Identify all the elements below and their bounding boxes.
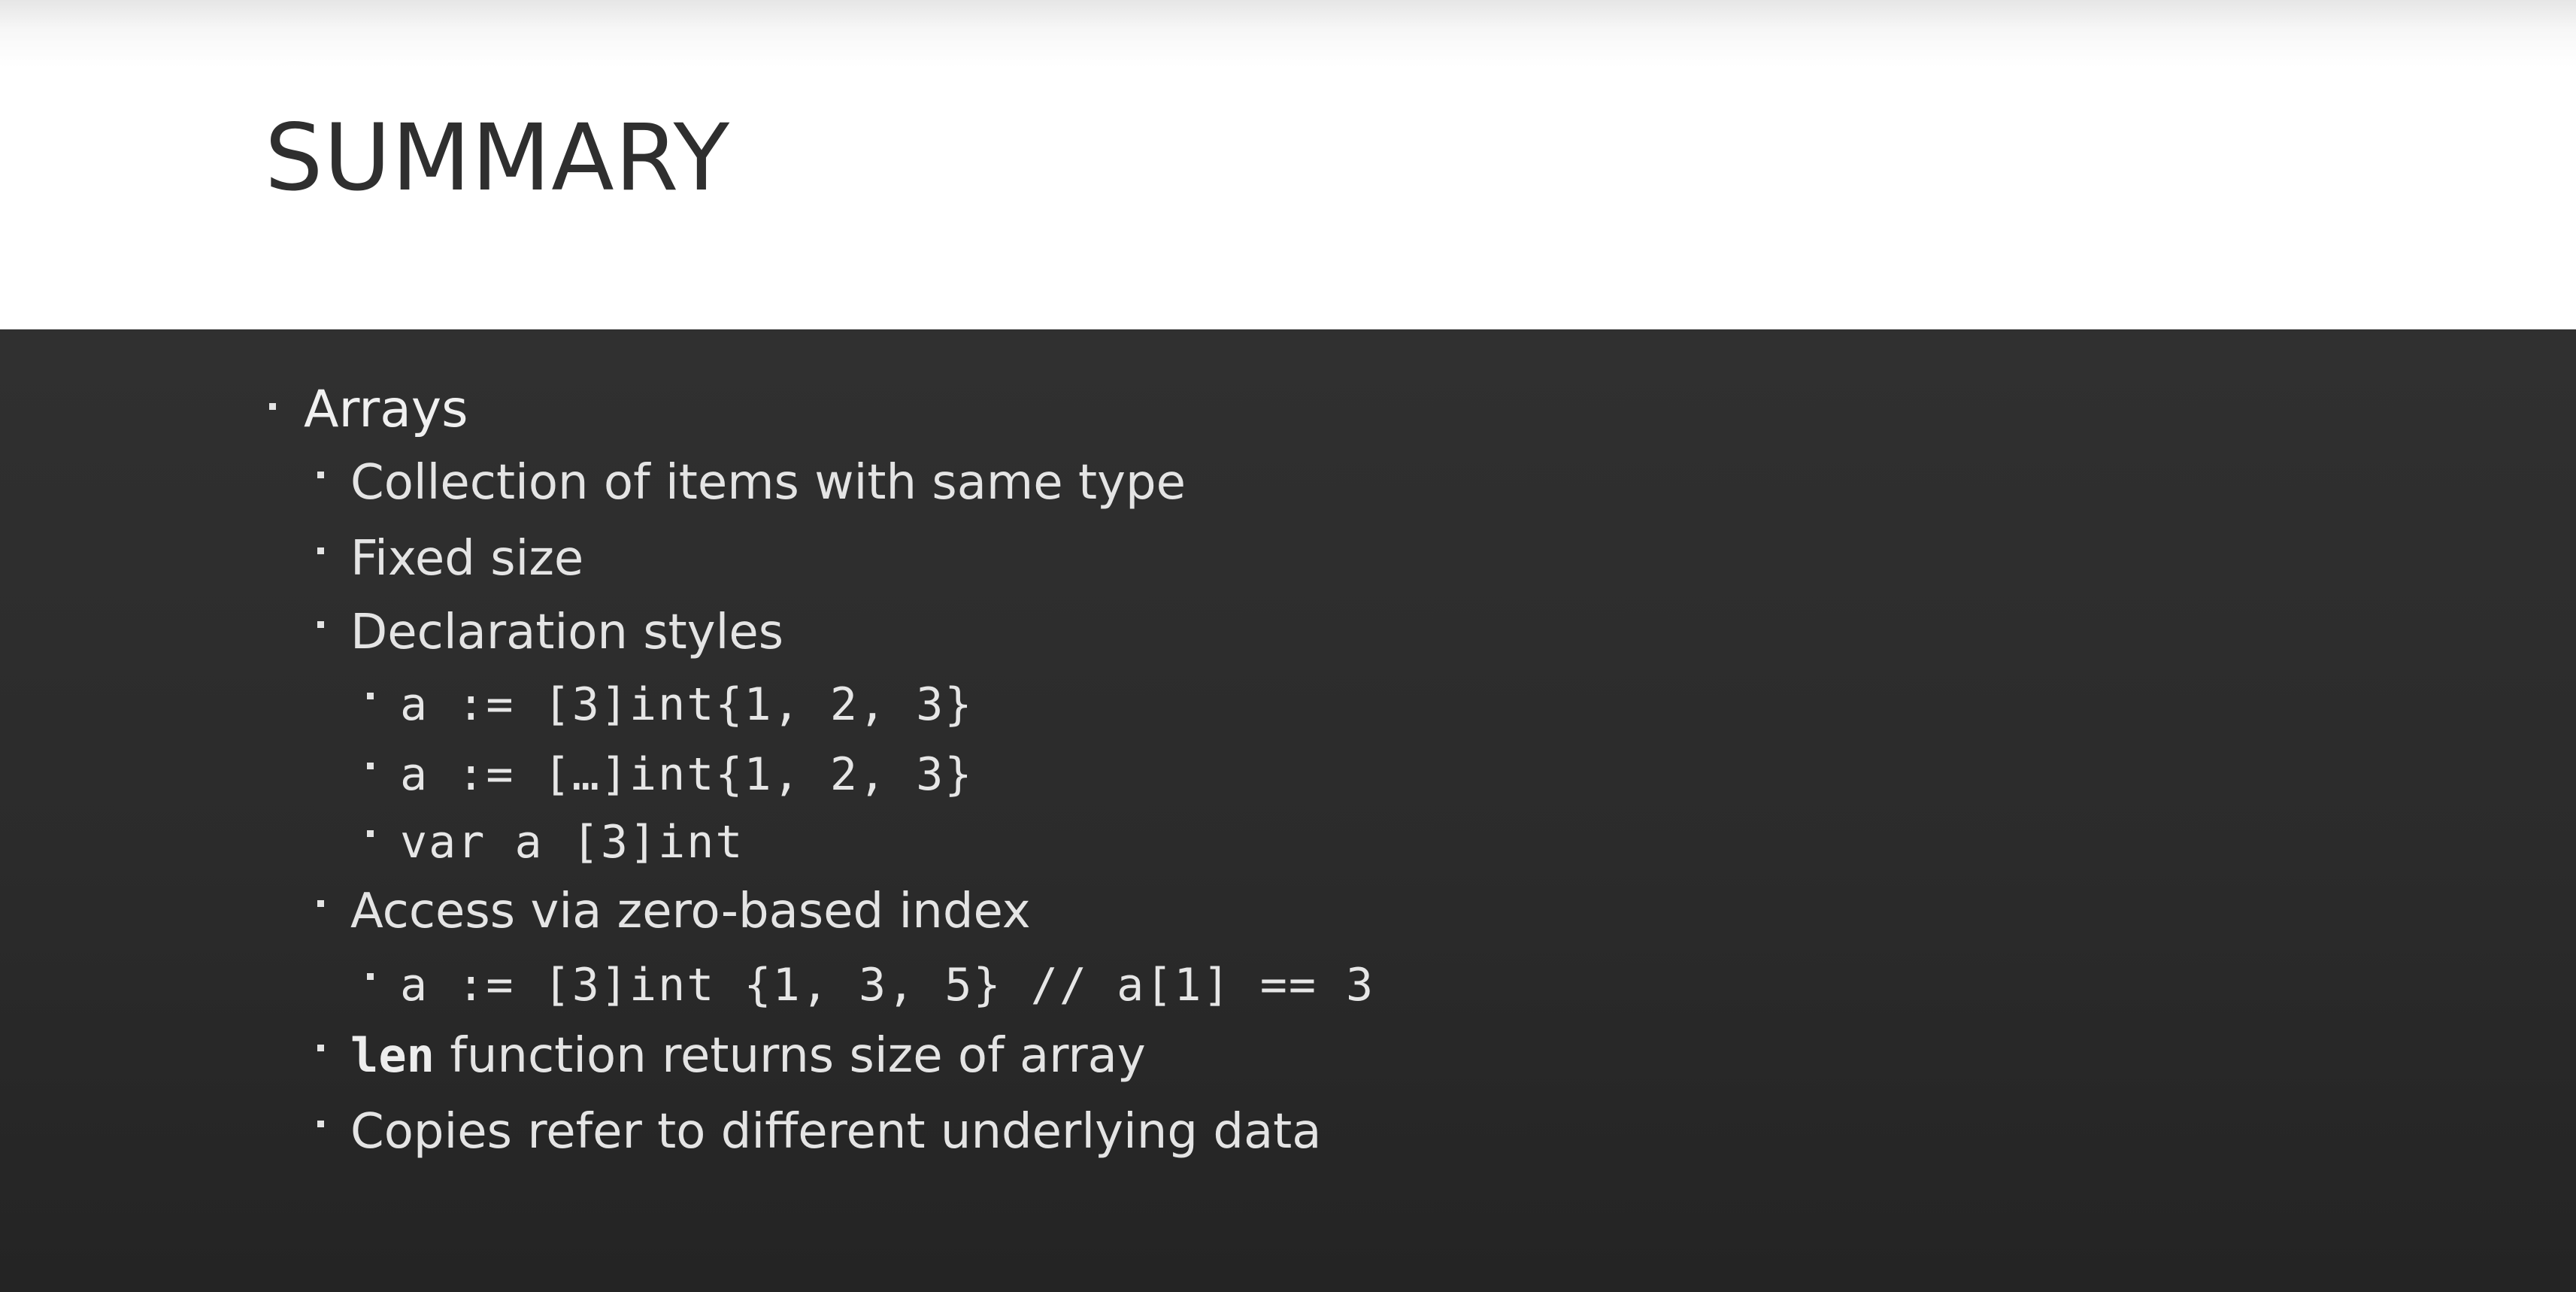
bullet-text: function returns size of array — [434, 1028, 1146, 1084]
bullet-dot-icon — [317, 547, 324, 554]
bullet-code-literal: a := [3]int{1, 2, 3} — [367, 670, 974, 738]
bullet-dot-icon — [367, 973, 374, 980]
slide-header: SUMMARY — [0, 0, 2576, 329]
bullet-fixed-size: Fixed size — [317, 525, 584, 593]
bullet-dot-icon — [317, 472, 324, 478]
slide-title: SUMMARY — [265, 105, 731, 211]
bullet-dot-icon — [317, 900, 324, 907]
code-keyword: len — [350, 1028, 435, 1083]
bullet-collection: Collection of items with same type — [317, 449, 1186, 517]
bullet-declaration-styles: Declaration styles — [317, 599, 784, 666]
code-snippet: a := […]int{1, 2, 3} — [400, 748, 974, 801]
slide: SUMMARY Arrays Collection of items with … — [0, 0, 2576, 1292]
bullet-dot-icon — [269, 403, 276, 410]
bullet-dot-icon — [367, 763, 374, 769]
code-snippet: var a [3]int — [400, 816, 744, 869]
code-snippet: a := [3]int{1, 2, 3} — [400, 678, 974, 731]
bullet-text: Access via zero-based index — [350, 884, 1031, 939]
bullet-dot-icon — [317, 1121, 324, 1127]
bullet-code-ellipsis: a := […]int{1, 2, 3} — [367, 740, 974, 808]
bullet-code-index: a := [3]int {1, 3, 5} // a[1] == 3 — [367, 951, 1375, 1018]
bullet-text: Copies refer to different underlying dat… — [350, 1104, 1322, 1160]
bullet-dot-icon — [317, 621, 324, 628]
bullet-access-index: Access via zero-based index — [317, 878, 1031, 945]
bullet-dot-icon — [367, 830, 374, 837]
bullet-len-function: len function returns size of array — [317, 1022, 1146, 1090]
bullet-dot-icon — [317, 1045, 324, 1051]
bullet-code-var: var a [3]int — [367, 808, 744, 875]
bullet-copies: Copies refer to different underlying dat… — [317, 1098, 1322, 1166]
slide-body: Arrays Collection of items with same typ… — [0, 329, 2576, 1292]
bullet-text: Fixed size — [350, 531, 584, 587]
bullet-dot-icon — [367, 693, 374, 699]
bullet-text: Collection of items with same type — [350, 455, 1186, 511]
bullet-text: Declaration styles — [350, 605, 784, 660]
bullet-text: Arrays — [304, 380, 468, 439]
code-snippet: a := [3]int {1, 3, 5} // a[1] == 3 — [400, 959, 1375, 1011]
bullet-arrays: Arrays — [269, 376, 468, 444]
